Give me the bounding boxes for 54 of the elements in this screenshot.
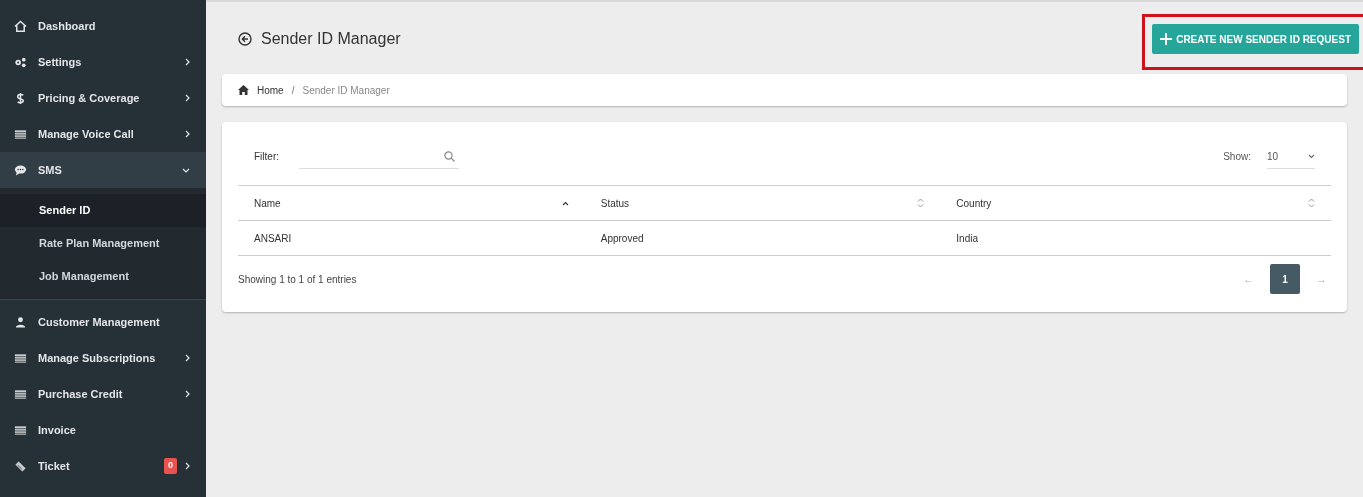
submenu-item[interactable]: Rate Plan Management	[0, 227, 206, 260]
sidebar-item[interactable]: SMS	[0, 152, 206, 188]
list-icon	[14, 127, 27, 141]
page-size-select[interactable]: 10	[1267, 144, 1315, 169]
column-header[interactable]: Name	[238, 185, 585, 221]
search-icon	[444, 150, 455, 162]
sidebar-label: Manage Voice Call	[38, 126, 135, 142]
table-cell: Approved	[600, 232, 644, 244]
column-header[interactable]: Status	[584, 185, 941, 221]
sidebar-label: Purchase Credit	[38, 386, 124, 402]
sidebar-item[interactable]: Manage Voice Call	[0, 116, 206, 152]
table-cell: India	[956, 232, 978, 244]
sidebar-item[interactable]: Manage Subscriptions	[0, 340, 206, 376]
table-cell: ANSARI	[254, 232, 292, 244]
filter-label: Filter:	[254, 150, 279, 164]
list-icon	[14, 351, 27, 365]
sidebar-label: SMS	[38, 162, 63, 178]
count-badge: 0	[164, 458, 177, 474]
sidebar-item[interactable]: Customer Management	[0, 304, 206, 340]
sidebar-item[interactable]: Dashboard	[0, 8, 206, 44]
back-icon[interactable]	[238, 32, 252, 46]
plus-icon	[1160, 33, 1173, 45]
list-icon	[14, 423, 27, 437]
sidebar-label: Pricing & Coverage	[38, 90, 141, 106]
submenu-item[interactable]: Job Management	[0, 260, 206, 293]
sidebar-item[interactable]: Settings	[0, 44, 206, 80]
list-icon	[14, 387, 27, 401]
home-icon	[238, 85, 249, 95]
dollar-icon	[14, 91, 27, 105]
breadcrumb-current: Sender ID Manager	[302, 83, 390, 98]
sidebar-item[interactable]: Ticket 0	[0, 448, 206, 484]
sidebar-label: Customer Management	[38, 314, 161, 330]
sidebar-label: Settings	[38, 54, 83, 70]
sidebar-label: Dashboard	[38, 18, 97, 34]
chat-icon	[14, 163, 27, 177]
sidebar-label: Ticket	[38, 458, 71, 474]
ticket-icon	[14, 459, 27, 473]
entries-info: Showing 1 to 1 of 1 entries	[238, 272, 357, 287]
gears-icon	[14, 55, 27, 69]
breadcrumb-separator: /	[291, 83, 295, 98]
user-icon	[14, 315, 27, 329]
sidebar-item[interactable]: Pricing & Coverage	[0, 80, 206, 116]
column-header[interactable]: Country	[940, 185, 1331, 221]
show-label: Show:	[1223, 150, 1251, 164]
page-button[interactable]: 1	[1270, 264, 1300, 294]
sidebar-label: Manage Subscriptions	[38, 350, 157, 366]
sidebar-label: Invoice	[38, 422, 77, 438]
sidebar-item[interactable]: Purchase Credit	[0, 376, 206, 412]
breadcrumb-link[interactable]: Home	[257, 82, 284, 98]
caret-icon	[1308, 153, 1315, 159]
page-title: Sender ID Manager	[261, 29, 401, 49]
sidebar-item[interactable]: Invoice	[0, 412, 206, 448]
submenu-item[interactable]: Sender ID	[0, 194, 206, 227]
home-icon	[14, 19, 27, 33]
